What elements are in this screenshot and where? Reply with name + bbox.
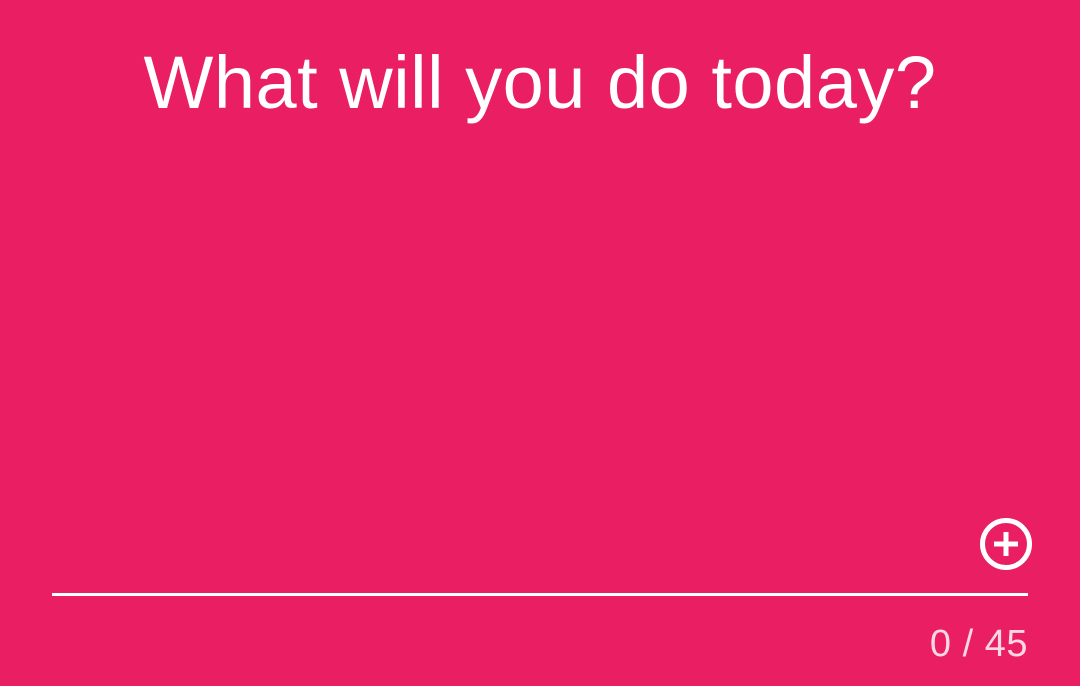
input-underline (52, 593, 1028, 596)
add-task-button[interactable] (978, 516, 1034, 572)
page-title: What will you do today? (143, 41, 937, 124)
character-counter: 0 / 45 (929, 623, 1028, 665)
add-circle-outline-icon (980, 518, 1032, 570)
task-input[interactable] (52, 150, 1028, 580)
task-entry-screen: What will you do today? 0 / 45 (0, 0, 1080, 686)
